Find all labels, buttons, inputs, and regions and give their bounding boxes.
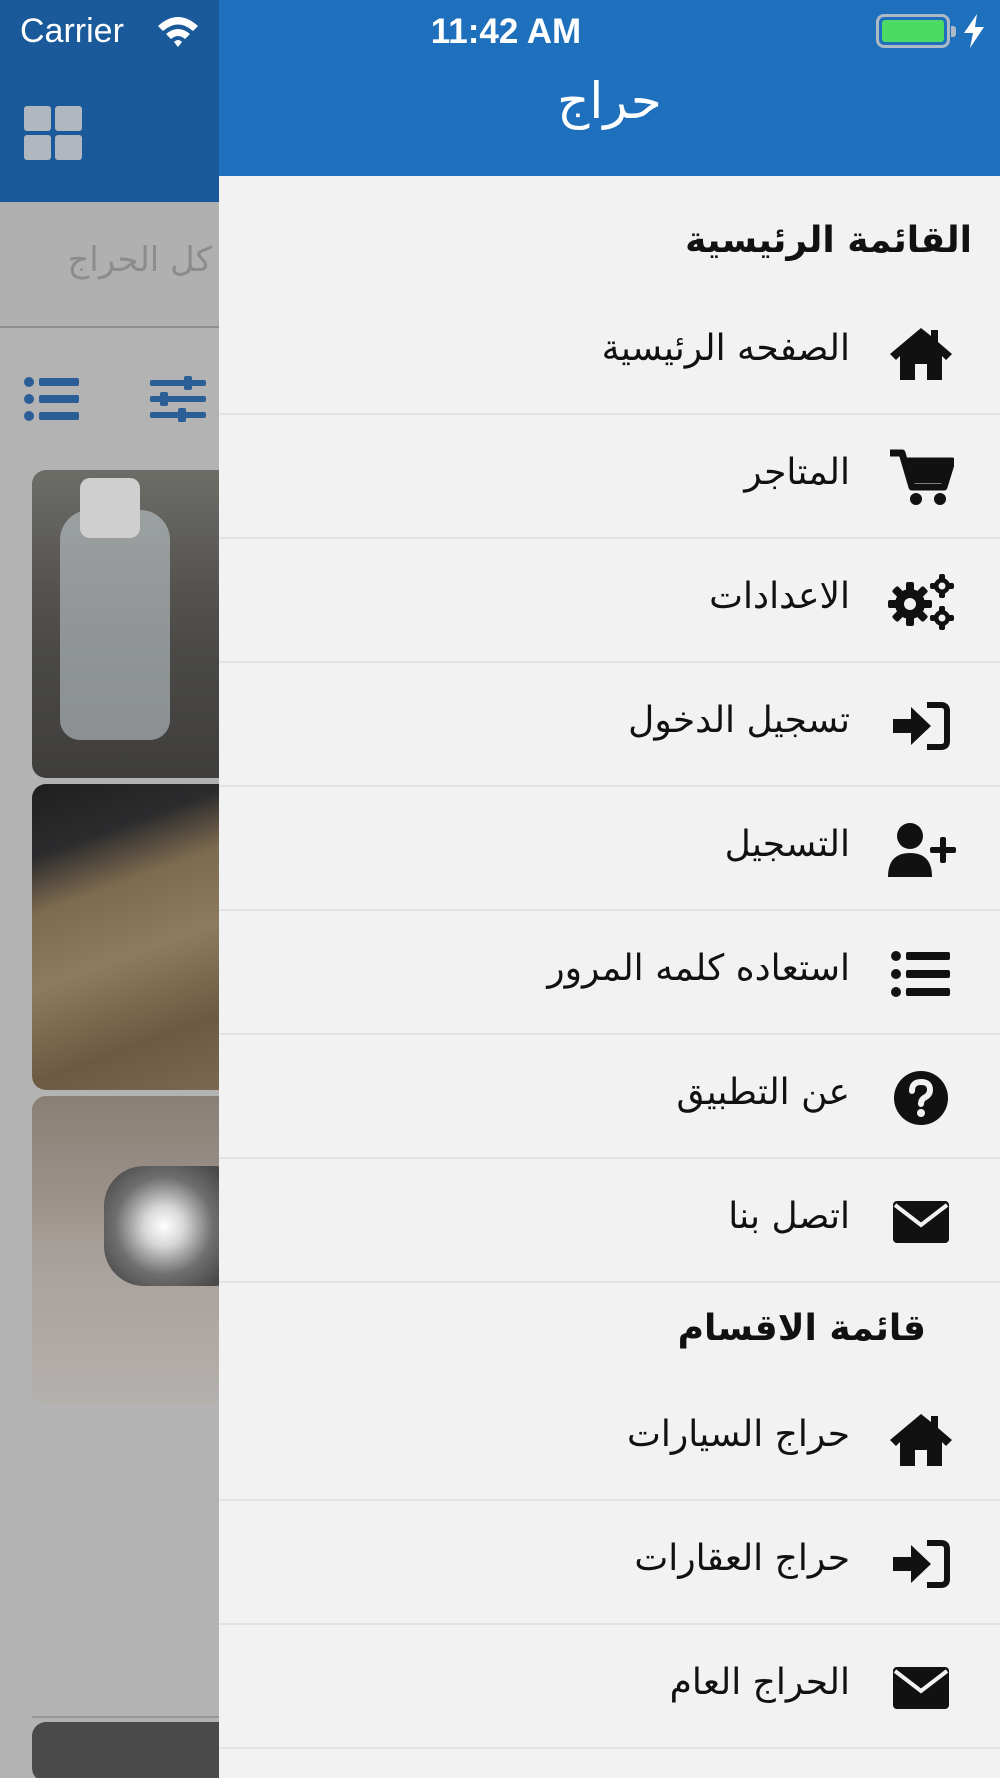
menu-item-contact[interactable]: اتصل بنا [219, 1160, 1000, 1283]
filter-sliders-icon[interactable] [150, 376, 206, 426]
sign-in-icon [886, 696, 956, 756]
menu-item-label: الصفحه الرئيسية [601, 328, 850, 369]
categories-menu-title: قائمة الاقسام [677, 1308, 926, 1349]
listing-thumbnail[interactable] [32, 1096, 220, 1404]
menu-item-label: الاعدادات [709, 576, 850, 617]
menu-item-label: المتاجر [744, 452, 850, 493]
envelope-icon [886, 1192, 956, 1252]
background-screen[interactable]: كل الحراج [0, 0, 220, 1778]
menu-item-register[interactable]: التسجيل [219, 788, 1000, 911]
charging-bolt-icon [962, 14, 986, 52]
menu-item-reset-password[interactable]: استعاده كلمه المرور [219, 912, 1000, 1035]
menu-item-label: تسجيل الدخول [628, 700, 850, 741]
bottle-image [60, 510, 170, 740]
menu-item-label: حراج العقارات [634, 1538, 850, 1579]
menu-item-label: حراج السيارات [627, 1414, 850, 1455]
battery-icon [876, 14, 956, 48]
main-menu-title: القائمة الرئيسية [685, 220, 972, 261]
listing-thumbnail[interactable] [32, 784, 220, 1090]
divider [32, 1716, 220, 1718]
bottle-cap-image [80, 478, 140, 538]
menu-item-stores[interactable]: المتاجر [219, 416, 1000, 539]
menu-item-general[interactable]: الحراج العام [219, 1626, 1000, 1749]
menu-item-about[interactable]: عن التطبيق [219, 1036, 1000, 1159]
envelope-icon [886, 1658, 956, 1718]
clock: 11:42 AM [430, 12, 582, 51]
search-placeholder: كل الحراج [67, 240, 212, 280]
menu-item-home[interactable]: الصفحه الرئيسية [219, 292, 1000, 415]
menu-item-cars[interactable]: حراج السيارات [219, 1378, 1000, 1501]
drawer-title: حراج [557, 72, 662, 130]
listing-thumbnail[interactable] [32, 1722, 220, 1778]
grid-icon[interactable] [24, 106, 84, 162]
menu-item-settings[interactable]: الاعدادات [219, 540, 1000, 663]
menu-item-label: عن التطبيق [676, 1072, 850, 1113]
menu-item-label: الحراج العام [669, 1662, 850, 1703]
search-bar[interactable]: كل الحراج [0, 202, 220, 328]
list-view-icon[interactable] [24, 376, 80, 426]
menu-item-label: التسجيل [724, 824, 850, 865]
home-icon [886, 1410, 956, 1470]
headlamp-image [104, 1166, 220, 1286]
menu-item-real-estate[interactable]: حراج العقارات [219, 1502, 1000, 1625]
cart-icon [886, 448, 956, 508]
list-icon [886, 944, 956, 1004]
home-icon [886, 324, 956, 384]
listing-thumbnail[interactable] [32, 470, 220, 778]
sign-in-icon [886, 1534, 956, 1594]
question-circle-icon [886, 1068, 956, 1128]
gears-icon [886, 572, 956, 632]
menu-item-login[interactable]: تسجيل الدخول [219, 664, 1000, 787]
status-bar: Carrier 11:42 AM [0, 0, 1000, 66]
menu-item-label: اتصل بنا [728, 1196, 850, 1237]
navigation-drawer: حراج القائمة الرئيسية الصفحه الرئيسية ال… [219, 0, 1000, 1778]
user-plus-icon [886, 820, 956, 880]
menu-item-label: استعاده كلمه المرور [547, 948, 850, 989]
